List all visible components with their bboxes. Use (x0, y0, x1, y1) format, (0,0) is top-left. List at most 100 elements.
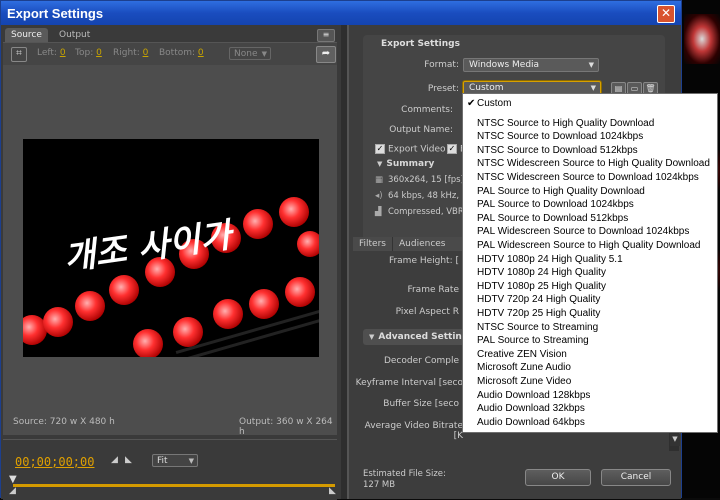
preset-option-label: PAL Source to Streaming (477, 335, 589, 347)
source-panel: Source Output ≡ ⌗ Left: 0 Top: 0 Right: … (1, 25, 341, 500)
frame-rate-label: Frame Rate (407, 285, 459, 295)
preset-option[interactable]: NTSC Source to Download 512kbps (477, 144, 638, 157)
preset-option[interactable]: PAL Source to Download 512kbps (477, 212, 628, 225)
title-bar[interactable]: Export Settings ✕ (1, 1, 681, 25)
film-icon: ▦ (375, 175, 384, 185)
summary-video: ▦ 360x264, 15 [fps] (375, 175, 464, 185)
preset-option-label: PAL Widescreen Source to High Quality Do… (477, 240, 701, 251)
tab-output[interactable]: Output (53, 28, 96, 42)
source-dimensions: Source: 720 w X 480 h (13, 417, 115, 427)
triangle-down-icon: ▼ (377, 160, 383, 168)
estimated-file-size: Estimated File Size: 127 MB (363, 469, 446, 491)
format-select[interactable]: Windows Media (463, 58, 599, 72)
tab-filters[interactable]: Filters (353, 237, 393, 251)
checkbox-checked-icon: ✓ (375, 144, 385, 154)
preset-option[interactable]: NTSC Source to Streaming (477, 321, 598, 334)
cancel-button[interactable]: Cancel (601, 469, 671, 486)
crop-right-label: Right: (113, 48, 140, 58)
preset-option[interactable]: HDTV 720p 25 High Quality (477, 307, 600, 320)
lantern (133, 329, 163, 357)
export-video-checkbox[interactable]: ✓ Export Video (375, 144, 446, 155)
tab-audiences[interactable]: Audiences (393, 237, 453, 251)
preset-option[interactable]: HDTV 1080p 25 High Quality (477, 280, 606, 293)
close-icon: ✕ (660, 6, 672, 20)
video-viewer: 개조 사이가 (3, 65, 337, 435)
preset-option[interactable]: Audio Download 32kbps (477, 402, 585, 415)
preset-option[interactable]: PAL Widescreen Source to High Quality Do… (477, 239, 700, 252)
preset-option-label: NTSC Widescreen Source to High Quality D… (477, 158, 710, 170)
crop-icon[interactable]: ⌗ (11, 47, 27, 62)
preset-option-label: Audio Download 128kbps (477, 389, 591, 401)
ok-button[interactable]: OK (525, 469, 591, 486)
preset-option[interactable]: NTSC Widescreen Source to Download 1024k… (477, 171, 699, 184)
folder-icon: ▭ (630, 84, 639, 93)
preset-option-label: PAL Source to High Quality Download (477, 185, 645, 197)
comments-label: Comments: (401, 105, 453, 115)
trash-icon: 🗑 (645, 84, 656, 93)
set-out-point-icon[interactable]: ◣ (125, 455, 132, 465)
summary-toggle[interactable]: ▼ Summary (377, 159, 434, 169)
scroll-down-icon[interactable]: ▼ (670, 434, 680, 446)
crop-left: Left: 0 (37, 48, 66, 58)
decoder-label: Decoder Comple (383, 356, 459, 366)
panel-menu-icon[interactable]: ≡ (317, 29, 335, 42)
timeline-bar: 00;00;00;00 ◢ ◣ Fit ▼ ◢ ◣ (3, 439, 337, 500)
preset-option[interactable]: PAL Source to Streaming (477, 334, 589, 347)
preset-option-label: NTSC Source to Streaming (477, 321, 599, 333)
close-button[interactable]: ✕ (657, 5, 675, 23)
tab-source[interactable]: Source (5, 28, 48, 42)
preset-option[interactable]: PAL Source to High Quality Download (477, 185, 645, 198)
checkmark-icon: ✔ (467, 98, 476, 109)
preset-option[interactable]: PAL Widescreen Source to Download 1024kb… (477, 225, 689, 238)
preset-option-label: HDTV 1080p 25 High Quality (477, 280, 606, 292)
lantern (243, 209, 273, 239)
crop-right: Right: 0 (113, 48, 148, 58)
crop-left-value[interactable]: 0 (60, 48, 66, 58)
avg-bitrate-label: Average Video Bitrate [K (364, 421, 463, 441)
preset-label: Preset: (427, 84, 459, 94)
preset-option-label: Microsoft Zune Audio (477, 362, 571, 374)
preset-option[interactable]: HDTV 1080p 24 High Quality (477, 266, 606, 279)
crop-top-value[interactable]: 0 (96, 48, 102, 58)
in-point-marker-icon[interactable]: ◢ (9, 486, 16, 496)
preset-option[interactable]: Microsoft Zune Audio (477, 361, 571, 374)
crop-bottom: Bottom: 0 (159, 48, 204, 58)
summary-audio-text: 64 kbps, 48 kHz, st (388, 191, 470, 201)
export-frame-button[interactable]: ➦ (316, 46, 336, 63)
preset-option-label: PAL Source to Download 1024kbps (477, 199, 634, 211)
crop-top: Top: 0 (75, 48, 102, 58)
background-light (684, 14, 720, 64)
preset-option[interactable]: NTSC Source to Download 1024kbps (477, 130, 643, 143)
preset-option-label: NTSC Source to Download 1024kbps (477, 131, 644, 143)
summary-audio: ◂) 64 kbps, 48 kHz, st (375, 191, 470, 201)
speaker-icon: ◂) (375, 191, 383, 201)
preset-option[interactable]: HDTV 720p 24 High Quality (477, 293, 600, 306)
set-in-point-icon[interactable]: ◢ (111, 455, 118, 465)
crop-ratio-select[interactable]: None (229, 47, 271, 60)
lantern (297, 231, 319, 257)
crop-left-label: Left: (37, 48, 57, 58)
preset-option[interactable]: Audio Download 64kbps (477, 416, 585, 429)
triangle-down-icon: ▼ (369, 333, 375, 341)
preset-option[interactable]: HDTV 1080p 24 High Quality 5.1 (477, 253, 623, 266)
pixel-aspect-label: Pixel Aspect R (395, 307, 459, 317)
crop-toolbar: ⌗ Left: 0 Top: 0 Right: 0 Bottom: 0 None… (3, 42, 337, 65)
preset-option[interactable]: NTSC Widescreen Source to High Quality D… (477, 157, 710, 170)
preset-option[interactable]: Microsoft Zune Video (477, 375, 571, 388)
crop-bottom-value[interactable]: 0 (198, 48, 204, 58)
preset-option[interactable]: Creative ZEN Vision (477, 348, 567, 361)
preset-option[interactable]: NTSC Source to High Quality Download (477, 117, 654, 130)
zoom-select[interactable]: Fit (152, 454, 198, 467)
preset-option[interactable]: Audio Download 128kbps (477, 389, 590, 402)
preset-option[interactable]: PAL Source to Download 1024kbps (477, 198, 634, 211)
preset-option-label: HDTV 720p 24 High Quality (477, 294, 601, 306)
out-point-marker-icon[interactable]: ◣ (329, 486, 336, 496)
timeline-track[interactable] (13, 484, 335, 487)
checkbox-checked-icon: ✓ (447, 144, 457, 154)
lantern (75, 291, 105, 321)
crop-right-value[interactable]: 0 (143, 48, 149, 58)
timecode[interactable]: 00;00;00;00 (15, 455, 94, 469)
preset-option-label: PAL Widescreen Source to Download 1024kb… (477, 226, 690, 238)
estimated-size-label: Estimated File Size: (363, 469, 446, 479)
preset-option[interactable]: ✔ Custom (465, 97, 715, 110)
